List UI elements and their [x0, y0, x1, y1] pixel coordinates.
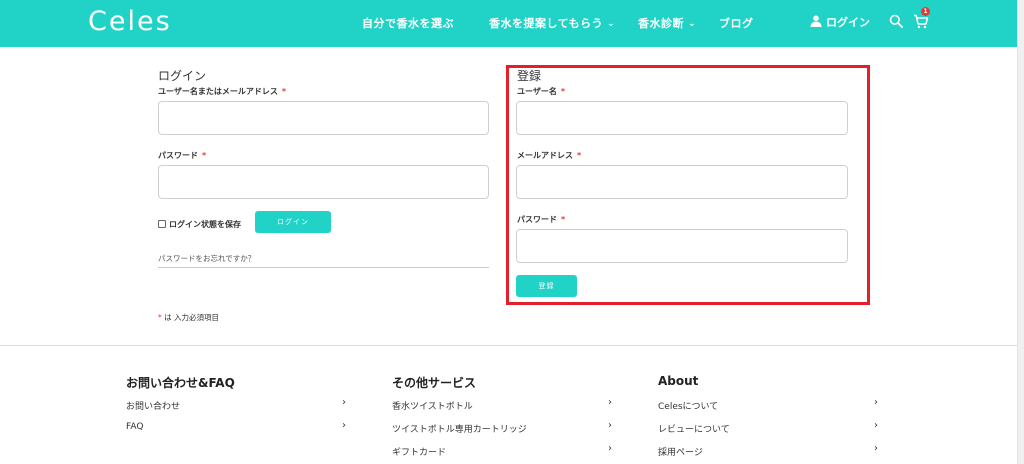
required-mark: * [158, 313, 162, 322]
login-password-label: パスワード * [158, 150, 206, 161]
register-password-label: パスワード * [517, 214, 565, 225]
footer-link-cartridge[interactable]: ツイストボトル専用カートリッジ [392, 422, 527, 435]
site-logo[interactable]: Celes [88, 6, 172, 37]
required-mark: * [202, 151, 207, 160]
login-username-input[interactable] [158, 101, 489, 135]
footer-divider [0, 345, 1017, 346]
register-username-label-text: ユーザー名 [517, 87, 557, 96]
register-title: 登録 [517, 69, 542, 83]
register-email-label-text: メールアドレス [517, 151, 573, 160]
nav-suggest-perfume[interactable]: 香水を提案してもらう ⌄ [489, 15, 615, 31]
footer-link-reviews[interactable]: レビューについて [658, 422, 730, 435]
remember-me[interactable]: ログイン状態を保存 [158, 219, 241, 230]
required-mark: * [560, 87, 566, 96]
footer-link-about-celes[interactable]: Celesについて [658, 399, 718, 412]
register-username-label: ユーザー名 * [517, 86, 565, 97]
header-login-link[interactable]: ログイン [810, 14, 870, 30]
required-note: * は 入力必須項目 [158, 312, 219, 323]
register-username-input[interactable] [516, 101, 848, 135]
chevron-down-icon: ⌄ [688, 19, 697, 29]
site-header: Celes 自分で香水を選ぶ 香水を提案してもらう ⌄ 香水診断 ⌄ ブログ ログイ… [0, 0, 1017, 47]
remember-me-label: ログイン状態を保存 [169, 220, 241, 229]
register-email-input[interactable] [516, 165, 848, 199]
required-note-text: は 入力必須項目 [164, 313, 220, 322]
chevron-right-icon: › [608, 397, 612, 408]
required-mark: * [281, 87, 287, 96]
footer-link-contact[interactable]: お問い合わせ [126, 399, 180, 412]
footer-heading-services: その他サービス [392, 376, 477, 390]
nav-perfume-diagnosis-label: 香水診断 [638, 17, 684, 30]
page-scrollbar[interactable] [1017, 0, 1024, 464]
chevron-right-icon: › [608, 443, 612, 454]
search-icon[interactable] [889, 14, 903, 28]
chevron-right-icon: › [874, 420, 878, 431]
login-password-input[interactable] [158, 165, 489, 199]
footer-link-gift-card[interactable]: ギフトカード [392, 445, 446, 458]
login-password-label-text: パスワード [158, 151, 198, 160]
register-button[interactable]: 登録 [516, 275, 577, 297]
nav-blog[interactable]: ブログ [719, 15, 754, 31]
chevron-right-icon: › [342, 420, 346, 431]
header-login-label: ログイン [826, 16, 870, 29]
chevron-right-icon: › [608, 420, 612, 431]
footer-link-twist-bottle[interactable]: 香水ツイストボトル [392, 399, 473, 412]
cart-icon[interactable] [913, 14, 929, 29]
register-email-label: メールアドレス * [517, 150, 581, 161]
login-title: ログイン [158, 69, 207, 83]
nav-choose-perfume[interactable]: 自分で香水を選ぶ [362, 15, 454, 31]
nav-suggest-perfume-label: 香水を提案してもらう [489, 17, 604, 30]
user-icon [810, 15, 822, 27]
chevron-down-icon: ⌄ [607, 19, 616, 29]
login-button[interactable]: ログイン [255, 211, 331, 233]
required-mark: * [577, 151, 582, 160]
cart-count-badge: 1 [921, 7, 930, 16]
login-username-label-text: ユーザー名またはメールアドレス [158, 87, 278, 96]
nav-perfume-diagnosis[interactable]: 香水診断 ⌄ [638, 15, 696, 31]
login-username-label: ユーザー名またはメールアドレス * [158, 86, 286, 97]
chevron-right-icon: › [874, 397, 878, 408]
footer-heading-about: About [658, 374, 699, 388]
chevron-right-icon: › [874, 443, 878, 454]
footer-link-careers[interactable]: 採用ページ [658, 445, 703, 458]
footer-heading-contact: お問い合わせ&FAQ [126, 376, 235, 390]
forgot-password-link[interactable]: パスワードをお忘れですか？ [158, 253, 489, 268]
footer-link-faq[interactable]: FAQ [126, 422, 143, 432]
register-password-input[interactable] [516, 229, 848, 263]
required-mark: * [561, 215, 566, 224]
chevron-right-icon: › [342, 397, 346, 408]
remember-me-checkbox[interactable] [158, 220, 166, 228]
register-password-label-text: パスワード [517, 215, 557, 224]
